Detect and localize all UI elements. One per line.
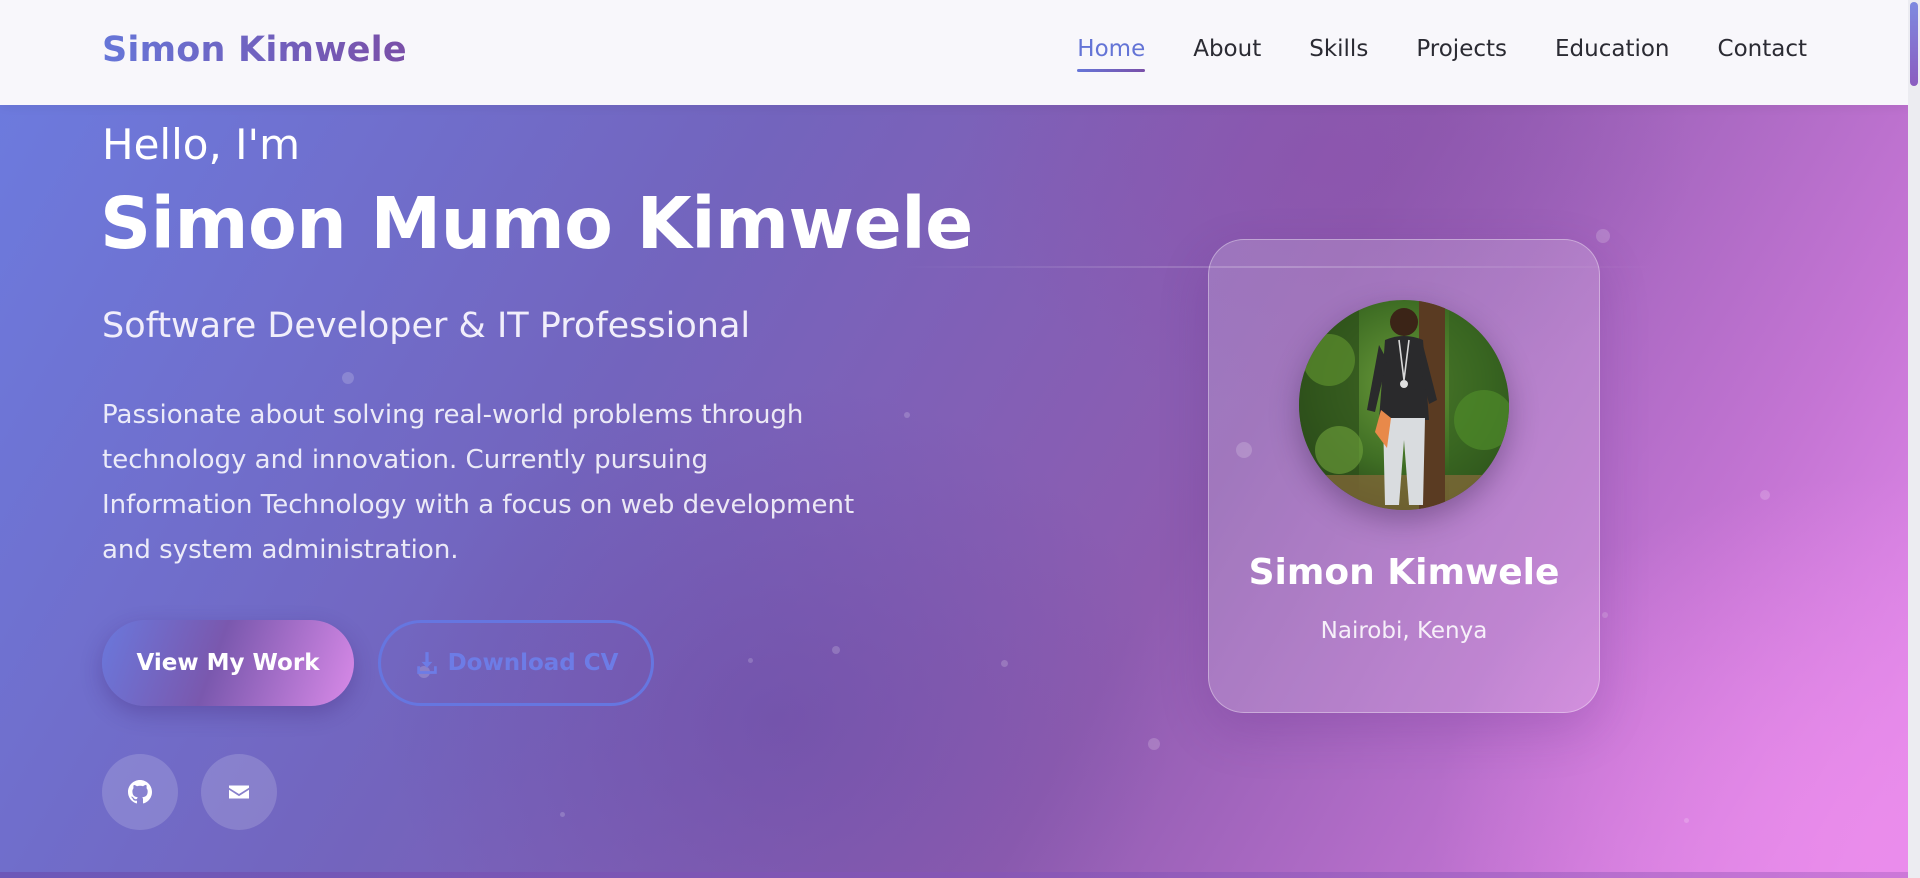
hero-greeting: Hello, I'm <box>102 120 301 169</box>
download-cv-label: Download CV <box>447 650 619 676</box>
hero-description: Passionate about solving real-world prob… <box>102 400 855 565</box>
scrollbar-thumb[interactable] <box>1910 2 1918 86</box>
decorative-dot <box>1602 612 1608 618</box>
card-location: Nairobi, Kenya <box>1320 618 1488 644</box>
nav-link-home[interactable]: Home <box>1077 36 1145 72</box>
decorative-dot <box>342 372 354 384</box>
nav-links: Home About Skills Projects Education Con… <box>1077 36 1807 72</box>
profile-photo-image <box>1299 300 1509 510</box>
page: Hello, I'm Simon Mumo Kimwele Software D… <box>0 0 1908 878</box>
nav-link-about[interactable]: About <box>1193 36 1261 62</box>
brand-logo[interactable]: Simon Kimwele <box>102 30 407 70</box>
nav-link-contact[interactable]: Contact <box>1718 36 1807 62</box>
hero-section: Hello, I'm Simon Mumo Kimwele Software D… <box>0 0 1908 878</box>
decorative-dot <box>1684 818 1689 823</box>
nav-link-projects[interactable]: Projects <box>1416 36 1507 62</box>
download-icon <box>416 652 437 674</box>
decorative-dot <box>560 812 565 817</box>
decorative-dot <box>904 412 910 418</box>
profile-card: Simon Kimwele Nairobi, Kenya <box>1208 239 1600 713</box>
decorative-dot <box>1148 738 1160 750</box>
card-name: Simon Kimwele <box>1248 552 1560 593</box>
decorative-dot <box>748 658 753 663</box>
view-my-work-button[interactable]: View My Work <box>102 620 354 706</box>
decorative-dot <box>1001 660 1008 667</box>
decorative-dot <box>1760 490 1770 500</box>
section-divider <box>0 872 1908 878</box>
navbar: Simon Kimwele Home About Skills Projects… <box>0 0 1908 105</box>
hero-subtitle: Software Developer & IT Professional <box>102 306 751 346</box>
envelope-icon <box>229 785 249 799</box>
decorative-dot <box>1596 229 1610 243</box>
profile-photo <box>1299 300 1509 510</box>
github-icon <box>128 780 152 804</box>
page-scrollbar[interactable] <box>1908 0 1920 878</box>
email-link[interactable] <box>201 754 277 830</box>
download-cv-button[interactable]: Download CV <box>378 620 654 706</box>
github-link[interactable] <box>102 754 178 830</box>
nav-link-education[interactable]: Education <box>1555 36 1670 62</box>
nav-link-skills[interactable]: Skills <box>1309 36 1368 62</box>
hero-name: Simon Mumo Kimwele <box>100 182 973 265</box>
decorative-dot <box>832 646 840 654</box>
